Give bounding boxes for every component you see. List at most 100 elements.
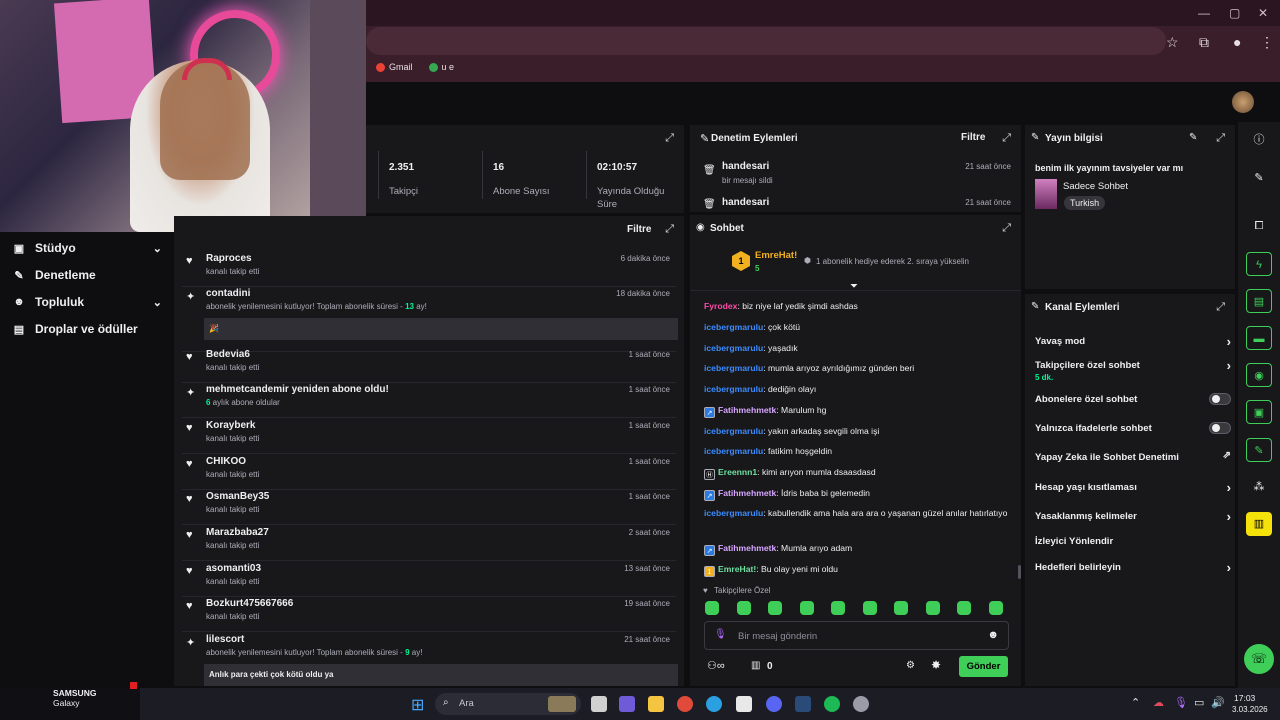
sub-badge-icon[interactable]: Ⓗ xyxy=(704,469,715,480)
gifter-badge-icon[interactable]: 1 xyxy=(704,566,715,577)
category-link[interactable]: Sadece Sohbet xyxy=(1063,181,1128,192)
store-icon[interactable] xyxy=(736,696,752,712)
chevron-up-icon[interactable]: ⌃ xyxy=(1131,696,1140,709)
vip-badge-icon[interactable]: ↗ xyxy=(704,407,715,418)
channel-action-item[interactable]: Yapay Zeka ile Sohbet Denetimi ⇗ xyxy=(1035,450,1231,463)
ad-icon[interactable]: ▣ xyxy=(1246,400,1272,424)
minimize-icon[interactable]: — xyxy=(1198,6,1210,20)
clock-time[interactable]: 17:03 xyxy=(1234,693,1255,703)
bookmark-star-icon[interactable]: ☆ xyxy=(1166,34,1179,51)
emote-icon[interactable] xyxy=(957,601,971,615)
notes-icon[interactable]: ▤ xyxy=(1246,289,1272,313)
bookmark-item[interactable]: u e xyxy=(428,62,454,72)
chat-username[interactable]: icebergmarulu xyxy=(704,426,763,436)
toggle-switch[interactable] xyxy=(1209,422,1231,434)
channel-action-item[interactable]: Abonelere özel sohbet xyxy=(1035,393,1231,405)
channel-action-item[interactable]: Yasaklanmış kelimeler › xyxy=(1035,509,1231,524)
emoji-icon[interactable]: ☻ xyxy=(987,629,999,641)
chat-scrollbar[interactable] xyxy=(1018,565,1021,579)
toggle-switch[interactable] xyxy=(1209,393,1231,405)
clip-icon[interactable]: ⧠ xyxy=(1246,214,1272,238)
chat-username[interactable]: Fyrodex xyxy=(704,301,737,311)
activity-user[interactable]: Korayberk xyxy=(206,420,255,431)
mod-wrench-icon[interactable]: ✎ xyxy=(1246,438,1272,462)
chevron-right-icon[interactable]: › xyxy=(1227,560,1231,575)
emote-icon[interactable] xyxy=(862,601,877,615)
emote-icon[interactable] xyxy=(988,601,1003,615)
category-box-art[interactable] xyxy=(1035,179,1057,209)
channel-action-item[interactable]: Takipçilere özel sohbet 5 dk. › xyxy=(1035,358,1231,382)
windows-start-icon[interactable]: ⊞ xyxy=(411,695,424,715)
chat-username[interactable]: Ereennn1 xyxy=(718,467,757,477)
microphone-icon[interactable]: 🎙 xyxy=(714,629,727,640)
popout-icon[interactable]: ⤢ xyxy=(1216,301,1225,314)
clock-date[interactable]: 3.03.2026 xyxy=(1232,705,1268,714)
prediction-icon[interactable]: ▥ xyxy=(1246,512,1272,536)
emote-icon[interactable] xyxy=(831,601,845,615)
vip-badge-icon[interactable]: ↗ xyxy=(704,490,715,501)
lightning-icon[interactable]: ϟ xyxy=(1246,252,1272,276)
microphone-icon[interactable]: 🎙 xyxy=(1174,696,1188,709)
edge-icon[interactable] xyxy=(706,696,722,712)
obs-icon[interactable] xyxy=(853,696,869,712)
activity-user[interactable]: OsmanBey35 xyxy=(206,491,269,502)
activity-user[interactable]: Bedevia6 xyxy=(206,349,250,360)
popout-icon[interactable]: ⤢ xyxy=(665,223,674,236)
channel-action-item[interactable]: Yavaş mod › xyxy=(1035,334,1231,349)
activity-user[interactable]: lilescort xyxy=(206,634,244,645)
leaderboard-user[interactable]: EmreHat! xyxy=(755,250,797,261)
chat-username[interactable]: Fatihmehmetk xyxy=(718,405,776,415)
chat-username[interactable]: Fatihmehmetk xyxy=(718,488,776,498)
discord-icon[interactable] xyxy=(766,696,782,712)
external-link-icon[interactable]: ⇗ xyxy=(1223,450,1231,461)
chat-username[interactable]: icebergmarulu xyxy=(704,322,763,332)
channel-action-item[interactable]: Hedefleri belirleyin › xyxy=(1035,560,1231,575)
menu-icon[interactable]: ⋮ xyxy=(1260,34,1274,51)
activity-user[interactable]: Bozkurt475667666 xyxy=(206,598,293,609)
edit-icon[interactable]: ✎ xyxy=(1189,132,1197,143)
popout-icon[interactable]: ⤢ xyxy=(1002,132,1011,145)
activity-user[interactable]: mehmetcandemir yeniden abone oldu! xyxy=(206,384,389,395)
taskbar-search[interactable]: ⌕ Ara xyxy=(435,693,581,715)
channel-action-item[interactable]: İzleyici Yönlendir xyxy=(1035,536,1231,547)
emote-icon[interactable] xyxy=(799,601,814,615)
send-button[interactable]: Gönder xyxy=(959,656,1008,677)
activity-user[interactable]: CHIKOO xyxy=(206,456,246,467)
copilot-icon[interactable] xyxy=(619,696,635,712)
spotify-icon[interactable] xyxy=(824,696,840,712)
sidebar-item[interactable]: ▤ Droplar ve ödüller xyxy=(12,322,162,336)
sidebar-item[interactable]: ▣ Stüdyo ⌄ xyxy=(12,241,162,255)
chat-username[interactable]: icebergmarulu xyxy=(704,384,763,394)
chat-username[interactable]: EmreHat! xyxy=(718,564,756,574)
emote-icon[interactable] xyxy=(736,601,751,615)
chat-username[interactable]: Fatihmehmetk xyxy=(718,543,776,553)
mod-user[interactable]: handesari xyxy=(722,197,769,208)
activity-user[interactable]: Marazbaba27 xyxy=(206,527,269,538)
support-icon[interactable]: ☏ xyxy=(1244,644,1274,674)
chat-username[interactable]: icebergmarulu xyxy=(704,343,763,353)
chevron-right-icon[interactable]: › xyxy=(1227,509,1231,524)
filter-button[interactable]: Filtre xyxy=(627,224,651,235)
broadcast-icon[interactable]: ◉ xyxy=(1246,363,1272,387)
sidebar-item[interactable]: ☻ Topluluk ⌄ xyxy=(12,295,162,309)
activity-user[interactable]: contadini xyxy=(206,288,250,299)
bookmark-item[interactable]: Gmail xyxy=(376,62,413,72)
emote-icon[interactable] xyxy=(768,601,782,615)
edit-icon[interactable]: ✎ xyxy=(1246,166,1272,190)
volume-icon[interactable]: 🔊 xyxy=(1211,696,1225,709)
address-bar[interactable] xyxy=(366,27,1166,55)
chat-username[interactable]: icebergmarulu xyxy=(704,363,763,373)
chat-input[interactable]: 🎙 Bir mesaj gönderin ☻ xyxy=(704,621,1009,650)
chevron-right-icon[interactable]: › xyxy=(1227,358,1231,373)
tray-app-icon[interactable]: ☁ xyxy=(1153,696,1164,709)
close-icon[interactable]: ✕ xyxy=(1258,6,1268,20)
activity-user[interactable]: asomanti03 xyxy=(206,563,261,574)
chrome-icon[interactable] xyxy=(677,696,693,712)
steam-icon[interactable] xyxy=(795,696,811,712)
mod-tools-icon[interactable]: ✸ xyxy=(931,658,941,672)
file-explorer-icon[interactable] xyxy=(648,696,664,712)
tag-badge[interactable]: Turkish xyxy=(1064,196,1106,210)
info-icon[interactable]: ⓘ xyxy=(1246,128,1272,152)
emote-icon[interactable] xyxy=(894,601,908,615)
chat-bubble-icon[interactable]: ▬ xyxy=(1246,326,1272,350)
